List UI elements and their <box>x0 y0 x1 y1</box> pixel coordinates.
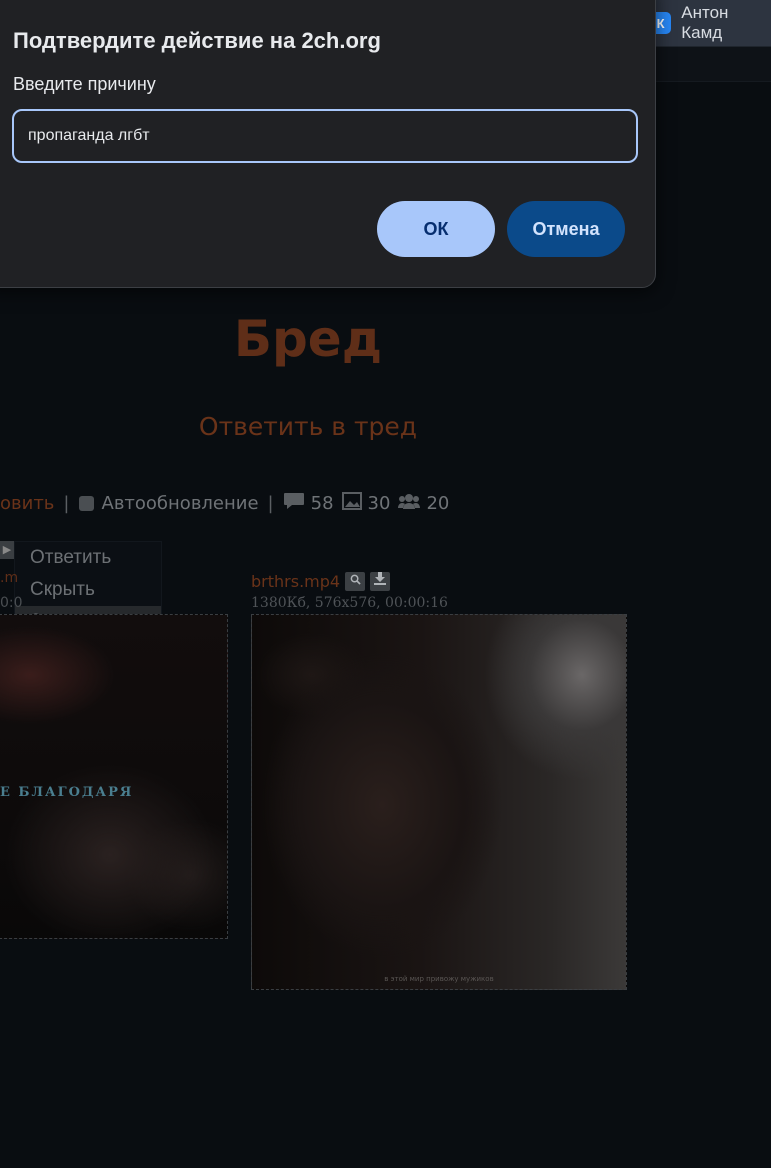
speech-bubble-icon <box>283 492 305 515</box>
thread-toolbar: овить | Автообновление | 58 30 20 <box>0 492 457 515</box>
thumbnail-caption: Е БЛАГОДАРЯ <box>0 785 134 800</box>
ok-button[interactable]: ОК <box>377 201 495 257</box>
right-video-thumbnail[interactable]: в этой мир привожу мужиков <box>251 614 627 990</box>
images-count: 30 <box>367 493 391 514</box>
autoupdate-checkbox[interactable] <box>78 496 94 511</box>
menu-item-hide[interactable]: Скрыть <box>15 574 161 606</box>
board-title: Бред <box>233 310 383 368</box>
page-header-strip <box>640 47 771 82</box>
download-icon[interactable] <box>370 572 391 591</box>
reason-input[interactable] <box>12 109 638 163</box>
separator: | <box>267 493 274 514</box>
right-file-info: 1380Кб, 576x576, 00:00:16 <box>251 595 448 611</box>
separator: | <box>63 493 70 514</box>
reply-in-thread-link[interactable]: Ответить в тред <box>0 412 616 441</box>
autoupdate-label[interactable]: Автообновление <box>102 493 259 514</box>
magnifier-icon[interactable] <box>345 572 366 591</box>
bookmark-label[interactable]: Антон Камд <box>681 3 771 43</box>
posts-count: 58 <box>310 493 334 514</box>
image-icon <box>341 492 362 515</box>
users-icon <box>398 493 421 514</box>
right-file-header: brthrs.mp4 <box>251 572 391 591</box>
bookmark-bar: К Антон Камд <box>640 0 771 47</box>
posters-count: 20 <box>426 493 450 514</box>
dialog-title: Подтвердите действие на 2ch.org <box>13 28 381 53</box>
update-link[interactable]: овить <box>0 493 54 514</box>
right-file-name[interactable]: brthrs.mp4 <box>251 572 340 591</box>
left-file-name[interactable]: .m <box>0 570 18 586</box>
menu-item-reply[interactable]: Ответить <box>15 542 161 574</box>
dialog-prompt: Введите причину <box>13 74 156 94</box>
thumbnail-subtitle: в этой мир привожу мужиков <box>384 975 494 983</box>
left-video-thumbnail[interactable]: Е БЛАГОДАРЯ <box>0 614 228 939</box>
cancel-button[interactable]: Отмена <box>507 201 625 257</box>
play-icon[interactable]: ▶ <box>0 541 14 559</box>
left-file-info: 0:0 <box>0 595 23 611</box>
confirm-dialog: Подтвердите действие на 2ch.org Введите … <box>0 0 656 288</box>
